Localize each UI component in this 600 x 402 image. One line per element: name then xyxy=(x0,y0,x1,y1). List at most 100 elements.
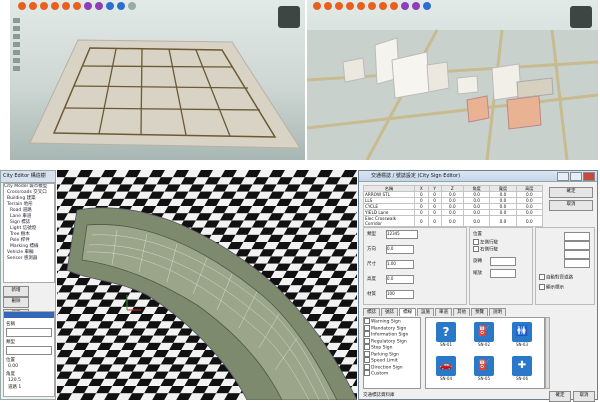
table-cell: 0.0 xyxy=(462,215,491,227)
list-item-label: Stop Sign xyxy=(371,345,393,351)
radio-icon[interactable] xyxy=(473,239,479,245)
value-text: 120.5 xyxy=(8,378,21,383)
sign-table-wrapper: 名稱 X Y Z 角度 寬度 高度 ARROW STL 0 0 0.0 0.0 0.0 0.… xyxy=(363,185,544,227)
properties-group-right: 自動對齊道路 顯示標示 xyxy=(535,227,595,305)
maximize-icon[interactable] xyxy=(570,172,582,181)
size-input[interactable]: 1.00 xyxy=(386,260,414,269)
minimize-icon[interactable] xyxy=(557,172,569,181)
option-label: 左側行駛 xyxy=(480,240,498,246)
question-sign-icon: ? xyxy=(436,322,456,342)
dialog-title-bar: 交通標誌 / 號誌設定 (City Sign Editor) xyxy=(359,171,597,182)
checkbox-icon[interactable] xyxy=(539,284,545,290)
selected-row[interactable] xyxy=(4,312,54,318)
table-row[interactable]: Elec Crosswalk Corridor 0 0 0.0 0.0 0.0 0.0 xyxy=(363,215,544,227)
tab-lanes[interactable]: 車道 xyxy=(435,308,452,316)
top-left-3d-view[interactable] xyxy=(10,0,305,160)
sign-item[interactable]: ✚ SN-06 xyxy=(510,356,534,381)
sign-item[interactable]: ⛽ SN-02 xyxy=(472,322,496,347)
checkbox-icon[interactable] xyxy=(364,318,370,324)
rotation-input[interactable] xyxy=(490,257,516,266)
ground-grid-plane xyxy=(29,39,301,149)
list-item[interactable]: Custom xyxy=(364,370,420,377)
option-left-drive[interactable]: 左側行駛 xyxy=(473,239,498,246)
tab-help[interactable]: 說明 xyxy=(489,308,506,316)
checkbox-icon[interactable] xyxy=(364,331,370,337)
road-mesh-3d-view[interactable] xyxy=(57,170,357,400)
delete-button[interactable]: 刪除 xyxy=(3,297,29,308)
sign-caption: SN-01 xyxy=(439,342,453,347)
type-field[interactable] xyxy=(6,346,52,355)
tab-signals[interactable]: 號誌 xyxy=(381,308,398,316)
add-button[interactable]: 新增 xyxy=(3,286,29,297)
tab-preview[interactable]: 預覽 xyxy=(471,308,488,316)
cancel-button[interactable]: 取消 xyxy=(549,200,593,211)
y-input[interactable] xyxy=(564,241,590,250)
checkbox-icon[interactable] xyxy=(364,344,370,350)
sign-item[interactable]: 🚗 SN-04 xyxy=(434,356,458,381)
field-label: 位置 xyxy=(6,358,15,363)
tab-bar: 標誌 號誌 標線 設施 車道 其他 預覽 說明 xyxy=(363,308,595,316)
checkbox-icon[interactable] xyxy=(364,324,370,331)
top-right-3d-view[interactable] xyxy=(307,0,598,160)
option-right-drive[interactable]: 右側行駛 xyxy=(473,246,498,253)
input-value: 100 xyxy=(387,291,395,296)
tree-item[interactable]: Sensor 感測器 xyxy=(4,256,54,262)
direction-input[interactable]: 0.0 xyxy=(386,245,414,254)
field-label: 類型 xyxy=(6,340,15,345)
radio-icon[interactable] xyxy=(473,246,479,252)
table-cell: 0 xyxy=(414,215,429,227)
w-input[interactable] xyxy=(564,259,590,268)
name-field[interactable] xyxy=(6,328,52,337)
auto-align-checkbox[interactable]: 自動對齊道路 xyxy=(539,274,573,281)
checkerboard-terrain xyxy=(57,170,357,400)
ok-button[interactable]: 確定 xyxy=(549,187,593,198)
list-item-label: Information Sign xyxy=(371,332,409,338)
property-label: 尺寸 xyxy=(367,262,376,267)
sign-caption: SN-02 xyxy=(477,342,491,347)
tab-other[interactable]: 其他 xyxy=(453,308,470,316)
property-label: 類型 xyxy=(367,232,376,237)
tab-facilities[interactable]: 設施 xyxy=(417,308,434,316)
checkbox-icon[interactable] xyxy=(364,357,370,363)
car-sign-icon: 🚗 xyxy=(436,356,456,376)
input-value: 0.0 xyxy=(387,246,394,251)
properties-group-left: 類型 12345 方向 0.0 尺寸 1.00 高度 0.0 材質 100 xyxy=(363,227,467,305)
checkbox-icon[interactable] xyxy=(364,370,370,376)
tree-view[interactable]: City Model 城市模型 Crossroads 交叉口 Building … xyxy=(3,183,55,283)
x-input[interactable] xyxy=(564,232,590,241)
sign-item[interactable]: 🚻 SN-03 xyxy=(510,322,534,347)
restroom-sign-icon: 🚻 xyxy=(512,322,532,342)
table-cell: 0.0 xyxy=(440,215,465,227)
sign-caption: SN-06 xyxy=(515,376,529,381)
sign-caption: SN-03 xyxy=(515,342,529,347)
type-select[interactable]: 12345 xyxy=(386,230,418,239)
sign-item[interactable]: ? SN-01 xyxy=(434,322,458,347)
show-label-checkbox[interactable]: 顯示標示 xyxy=(539,284,564,291)
sign-table: 名稱 X Y Z 角度 寬度 高度 ARROW STL 0 0 0.0 0.0 0.0 0.… xyxy=(363,185,544,227)
scrollbar[interactable] xyxy=(545,317,550,389)
checkbox-icon[interactable] xyxy=(364,337,370,344)
checkbox-icon[interactable] xyxy=(364,350,370,357)
tab-signs[interactable]: 標誌 xyxy=(363,308,380,316)
sign-item[interactable]: ⛽ SN-05 xyxy=(472,356,496,381)
height-input[interactable]: 0.0 xyxy=(386,275,414,284)
footer-bar: 交通標誌資料庫 確定 取消 xyxy=(363,391,595,402)
option-label: 右側行駛 xyxy=(480,247,498,253)
table-cell: 0 xyxy=(427,215,442,227)
material-input[interactable]: 100 xyxy=(386,290,414,299)
scale-input[interactable] xyxy=(490,269,516,278)
z-input[interactable] xyxy=(564,250,590,259)
property-panel: 名稱 類型 位置 0.00 角度 120.5 道路 1 xyxy=(3,311,55,397)
tab-markings[interactable]: 標線 xyxy=(399,308,416,316)
footer-ok-button[interactable]: 確定 xyxy=(549,391,571,402)
footer-cancel-button[interactable]: 取消 xyxy=(573,391,595,402)
sign-caption: SN-05 xyxy=(477,376,491,381)
footer-text: 交通標誌資料庫 xyxy=(363,393,395,398)
side-buttons: 確定 取消 xyxy=(549,187,593,211)
field-label: 名稱 xyxy=(6,322,15,327)
close-icon[interactable] xyxy=(583,172,595,181)
checkbox-icon[interactable] xyxy=(539,274,545,280)
category-list[interactable]: Warning Sign Mandatory Sign Information … xyxy=(363,317,421,389)
properties-group-middle: 位置 左側行駛 右側行駛 旋轉 縮放 xyxy=(469,227,533,305)
checkbox-icon[interactable] xyxy=(364,363,370,370)
